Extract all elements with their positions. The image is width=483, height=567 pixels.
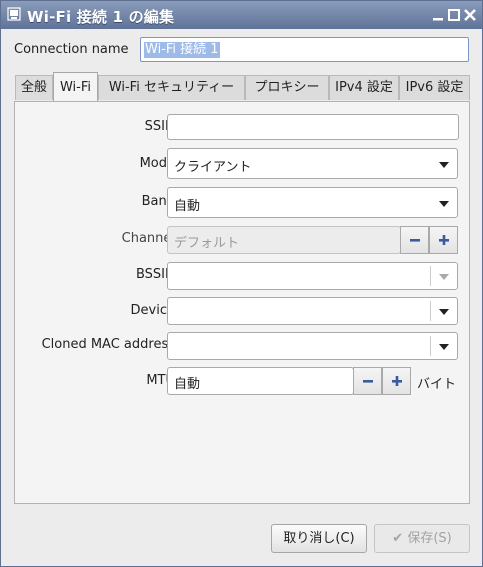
cloned-mac-label: Cloned MAC address xyxy=(41,337,175,352)
mtu-unit-label: バイト xyxy=(417,377,457,392)
tab-wifi-security[interactable]: Wi-Fi セキュリティー xyxy=(98,75,245,100)
mode-select[interactable]: クライアント xyxy=(167,148,458,179)
tab-ipv4[interactable]: IPv4 設定 xyxy=(329,75,399,100)
band-label: Band xyxy=(141,194,175,209)
bssid-label: BSSID xyxy=(135,267,175,282)
minus-icon xyxy=(363,380,373,383)
window-title: Wi-Fi 接続 1 の編集 xyxy=(27,8,175,26)
ssid-label: SSID xyxy=(144,119,175,134)
chevron-down-icon[interactable] xyxy=(439,274,449,280)
mode-label: Mode xyxy=(139,156,175,171)
tab-proxy[interactable]: プロキシー xyxy=(245,75,329,100)
device-label: Device xyxy=(130,303,175,318)
connection-name-input[interactable]: Wi-Fi 接続 1 xyxy=(140,37,469,62)
dialog-window: Wi-Fi 接続 1 の編集 Connection name Wi-Fi 接続 … xyxy=(0,0,483,567)
minus-icon xyxy=(410,239,420,242)
band-select[interactable]: 自動 xyxy=(167,187,458,218)
tab-wifi[interactable]: Wi-Fi xyxy=(53,72,98,101)
maximize-icon[interactable] xyxy=(447,8,461,22)
minimize-icon[interactable] xyxy=(431,8,445,22)
mtu-label: MTU xyxy=(146,373,175,388)
mtu-decrement-button[interactable] xyxy=(353,367,382,395)
close-icon[interactable] xyxy=(463,8,477,22)
connection-name-value: Wi-Fi 接続 1 xyxy=(144,42,220,58)
channel-input[interactable]: デフォルト xyxy=(167,226,401,254)
cancel-button[interactable]: 取り消し(C) xyxy=(271,524,367,553)
chevron-down-icon[interactable] xyxy=(439,309,449,315)
app-icon xyxy=(7,7,21,21)
save-button[interactable]: ✔ 保存(S) xyxy=(374,524,470,553)
channel-decrement-button[interactable] xyxy=(400,226,429,254)
wifi-settings-panel: SSID Mode クライアント Band 自動 Channel デフォルト B… xyxy=(14,101,470,504)
plus-icon xyxy=(392,376,402,386)
plus-icon xyxy=(439,235,449,245)
tab-ipv6[interactable]: IPv6 設定 xyxy=(399,75,470,100)
chevron-down-icon xyxy=(439,162,449,168)
title-bar[interactable]: Wi-Fi 接続 1 の編集 xyxy=(1,1,482,29)
connection-name-label: Connection name xyxy=(14,42,129,57)
checkmark-icon: ✔ xyxy=(392,531,404,546)
chevron-down-icon[interactable] xyxy=(439,344,449,350)
channel-increment-button[interactable] xyxy=(429,226,458,254)
channel-label: Channel xyxy=(121,231,175,246)
cloned-mac-combobox[interactable] xyxy=(167,332,458,360)
save-button-label: 保存(S) xyxy=(407,531,452,546)
device-combobox[interactable] xyxy=(167,297,458,325)
mtu-input[interactable]: 自動 xyxy=(167,367,354,395)
bssid-combobox[interactable] xyxy=(167,262,458,290)
ssid-input[interactable] xyxy=(167,114,459,140)
mtu-increment-button[interactable] xyxy=(382,367,411,395)
chevron-down-icon xyxy=(439,201,449,207)
tab-general[interactable]: 全般 xyxy=(15,75,53,100)
